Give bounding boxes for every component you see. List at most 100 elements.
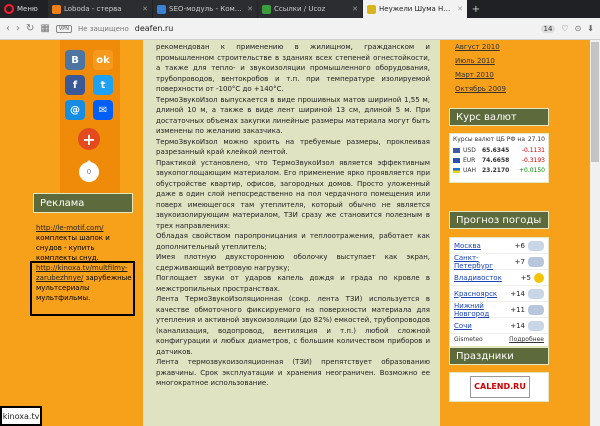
- highlight-box: [30, 261, 135, 316]
- weather-row: Москва +6: [450, 238, 548, 254]
- currency-row: EUR 74.6658 -0.3193: [450, 155, 548, 165]
- paragraph: Поглощает звуки от ударов капель дождя и…: [156, 274, 430, 293]
- weather-temp: +6: [514, 241, 525, 250]
- snapshot-icon[interactable]: ⊙: [575, 24, 582, 33]
- currency-rate: 74.6658: [482, 156, 510, 164]
- ad-link-le-motif[interactable]: http://le-motif.com/: [36, 224, 104, 232]
- tab-active[interactable]: Неужели Шума Нет?!? ✕: [363, 0, 467, 18]
- weather-city-link[interactable]: Сочи: [454, 322, 503, 330]
- weather-more-link[interactable]: Подробнее: [509, 336, 544, 343]
- tab-close-icon[interactable]: ✕: [247, 5, 253, 13]
- weather-city-link[interactable]: Санкт-Петербург: [454, 254, 503, 270]
- weather-row: Нижний Новгород +11: [450, 302, 548, 318]
- vpn-badge[interactable]: VPN: [55, 24, 73, 33]
- archive-link[interactable]: Октябрь 2009: [455, 82, 545, 96]
- tab-favicon-icon: [52, 4, 61, 14]
- article-content: рекомендован к применению в жилищном, гр…: [143, 40, 440, 426]
- currency-change: -0.1131: [521, 146, 545, 154]
- weather-temp: +14: [510, 289, 525, 298]
- scrollbar-thumb[interactable]: [591, 42, 599, 162]
- paragraph: Практикой установлено, что ТермоЗвукоИзо…: [156, 158, 430, 230]
- gismeteo-logo[interactable]: Gismeteo: [454, 336, 483, 343]
- us-flag-icon: [453, 147, 460, 153]
- rain-cloud-icon: [528, 304, 544, 315]
- more-share-plus-icon[interactable]: +: [78, 128, 100, 150]
- paragraph: Лента термозвукоизоляционная (ТЗИ) препя…: [156, 358, 430, 387]
- security-status[interactable]: Не защищено: [78, 25, 129, 33]
- currency-rate: 23.2170: [482, 166, 510, 174]
- currency-code: EUR: [463, 156, 476, 164]
- tab-favicon-icon: [367, 4, 376, 14]
- weather-city-link[interactable]: Москва: [454, 242, 503, 250]
- ad-text: комплекты шапок и снудов - купить компле…: [36, 234, 110, 262]
- weather-city-link[interactable]: Владивосток: [454, 274, 509, 282]
- weather-row: Сочи +14: [450, 318, 548, 334]
- currency-widget: Курсы валют ЦБ РФ на 27.10 USD 65.6345 -…: [449, 133, 549, 183]
- vk-share-icon[interactable]: В: [65, 50, 85, 70]
- sun-icon: [534, 272, 544, 283]
- cloud-icon: [528, 240, 544, 251]
- tab-title: Loboda - стерва: [64, 5, 122, 13]
- tab-favicon-icon: [262, 4, 271, 14]
- weather-row: Красноярск +14: [450, 286, 548, 302]
- reload-icon[interactable]: ↻: [26, 23, 34, 34]
- paragraph: Лента ТермоЗвукоИзоляционная (сокр. лент…: [156, 295, 430, 356]
- calend-banner[interactable]: CALEND.RU: [470, 376, 530, 398]
- forward-arrow-icon[interactable]: ›: [16, 23, 20, 34]
- tab-close-icon[interactable]: ✕: [142, 5, 148, 13]
- currency-row: UAH 23.2170 +0.0150: [450, 165, 548, 175]
- currency-change: +0.0150: [518, 166, 545, 174]
- ad-heading: Реклама: [33, 193, 133, 213]
- currency-rate: 65.6345: [482, 146, 510, 154]
- tab-loboda[interactable]: Loboda - стерва ✕: [48, 0, 152, 18]
- opera-menu-button[interactable]: Меню: [0, 0, 48, 18]
- weather-widget: Москва +6 Санкт-Петербург +7 Владивосток…: [449, 237, 549, 347]
- weather-temp: +5: [520, 273, 531, 282]
- back-arrow-icon[interactable]: ‹: [6, 23, 10, 34]
- status-bar-url: kinoxa.tv: [0, 406, 42, 426]
- paragraph: Обладая свойством паропроницания и тепло…: [156, 232, 430, 251]
- tab-close-icon[interactable]: ✕: [457, 5, 463, 13]
- currency-heading: Курс валют: [449, 108, 549, 126]
- menu-label: Меню: [17, 5, 38, 13]
- weather-footer: Gismeteo Подробнее: [450, 334, 548, 345]
- new-tab-button[interactable]: +: [468, 0, 484, 18]
- ok-share-icon[interactable]: ok: [93, 50, 113, 70]
- tab-links-ucoz[interactable]: Ссылки / Ucoz ✕: [258, 0, 362, 18]
- facebook-share-icon[interactable]: f: [65, 75, 85, 95]
- bookmark-heart-icon[interactable]: ♡: [561, 24, 568, 33]
- grid-icon[interactable]: ▦: [40, 23, 49, 34]
- currency-title-row: Курсы валют ЦБ РФ на 27.10: [450, 134, 548, 145]
- currency-code: USD: [463, 146, 476, 154]
- right-sidebar: [440, 40, 558, 426]
- mail-share-icon[interactable]: @: [65, 100, 85, 120]
- archive-list: Август 2010 Июль 2010 Март 2010 Октябрь …: [455, 40, 545, 96]
- currency-change: -0.3193: [521, 156, 545, 164]
- tab-favicon-icon: [157, 4, 166, 14]
- paragraph: ТермоЗвукоИзол можно кроить на требуемые…: [156, 137, 430, 157]
- holidays-heading: Праздники: [449, 347, 549, 365]
- currency-title: Курсы валют ЦБ РФ на: [453, 136, 526, 143]
- url-field[interactable]: deafen.ru: [135, 24, 535, 33]
- adblock-badge[interactable]: 14: [540, 24, 556, 33]
- twitter-share-icon[interactable]: t: [93, 75, 113, 95]
- paragraph: рекомендован к применению в жилищном, гр…: [156, 43, 430, 93]
- tab-seo-module[interactable]: SEO-модуль - Компле ✕: [153, 0, 257, 18]
- download-icon[interactable]: ⬇: [587, 24, 594, 33]
- paragraph: Имея плотную двухстороннюю оболочку выст…: [156, 253, 430, 272]
- weather-city-link[interactable]: Красноярск: [454, 290, 503, 298]
- livejournal-share-icon[interactable]: ✉: [93, 100, 113, 120]
- address-bar-controls: 14 ♡ ⊙ ⬇: [540, 24, 594, 33]
- rain-cloud-icon: [528, 256, 544, 267]
- tab-close-icon[interactable]: ✕: [352, 5, 358, 13]
- paragraph: ТермоЗвукоИзол выпускается в виде прошив…: [156, 95, 430, 136]
- weather-row: Санкт-Петербург +7: [450, 254, 548, 270]
- weather-heading: Прогноз погоды: [449, 211, 549, 229]
- archive-link[interactable]: Июль 2010: [455, 54, 545, 68]
- archive-link[interactable]: Август 2010: [455, 40, 545, 54]
- weather-city-link[interactable]: Нижний Новгород: [454, 302, 503, 318]
- browser-tab-bar: Меню Loboda - стерва ✕ SEO-модуль - Комп…: [0, 0, 600, 18]
- cloud-icon: [528, 320, 544, 331]
- archive-link[interactable]: Март 2010: [455, 68, 545, 82]
- weather-temp: +11: [510, 305, 525, 314]
